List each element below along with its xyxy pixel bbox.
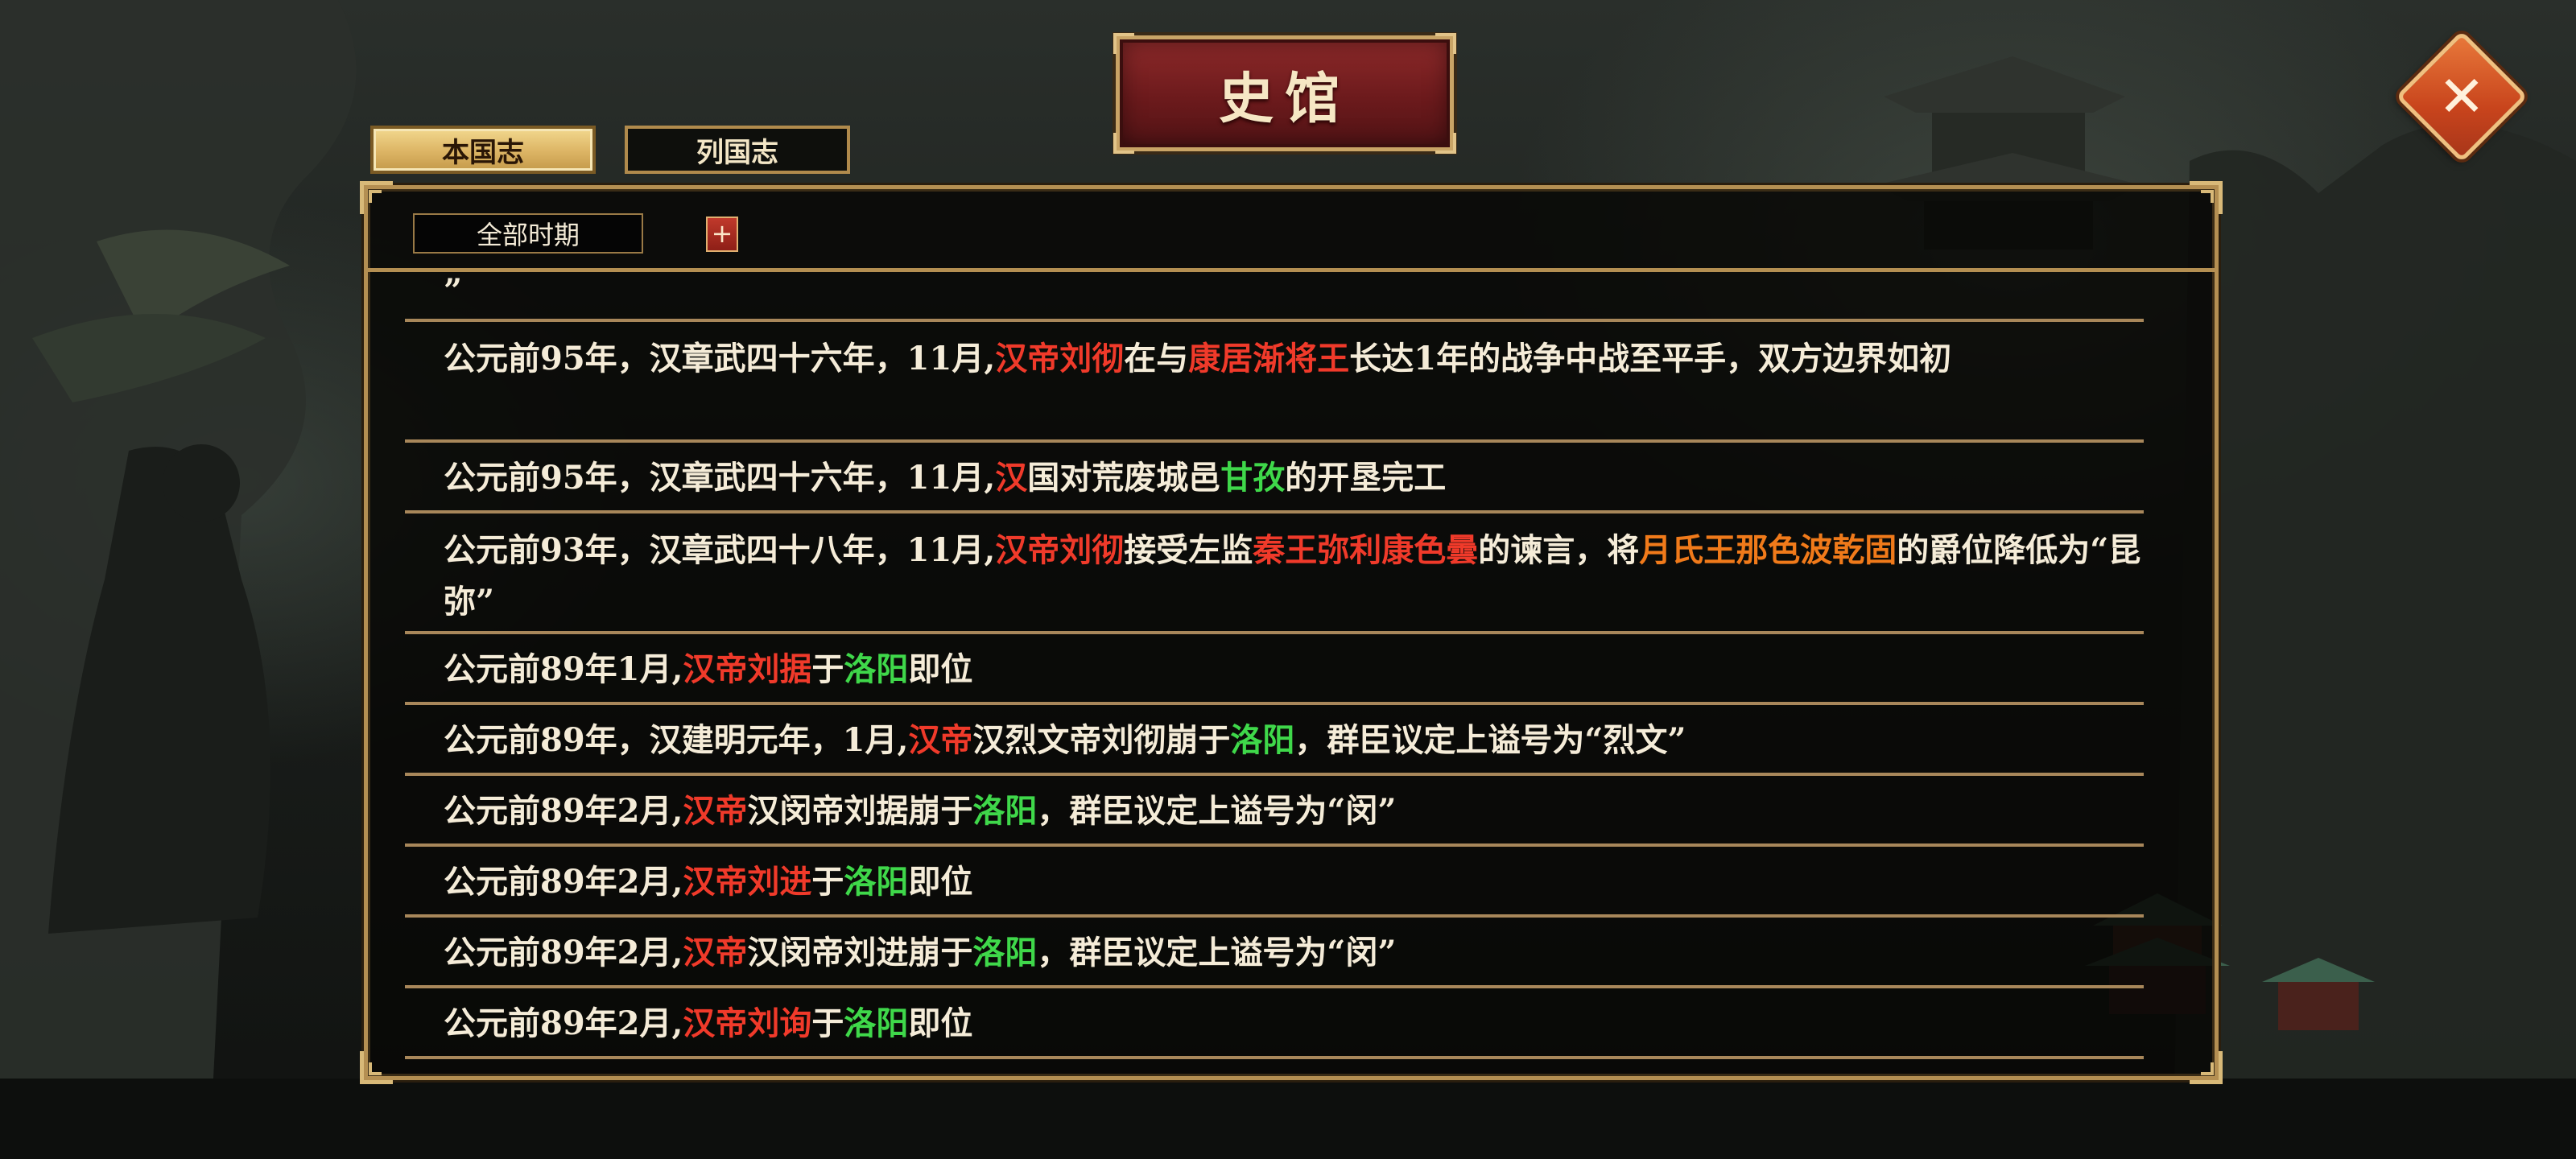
entry-text: ，群臣议定上谥号为“烈文” bbox=[1294, 721, 1686, 759]
entry-text: 公元前95年，汉章武四十六年，11月, bbox=[444, 459, 996, 497]
place-name: 洛阳 bbox=[972, 934, 1038, 971]
place-name: 洛阳 bbox=[844, 650, 909, 688]
partial-entry-text: ” bbox=[444, 272, 463, 310]
title-plaque: 史馆 bbox=[1113, 33, 1456, 154]
page-title: 史馆 bbox=[1218, 66, 1351, 131]
history-entry: 公元前95年，汉章武四十六年，11月,汉帝刘彻在与康居渐将王长达1年的战争中战至… bbox=[405, 322, 2144, 443]
filter-bar: 全部时期 + bbox=[368, 189, 2215, 272]
place-name: 洛阳 bbox=[972, 792, 1038, 830]
person-name: 汉帝 bbox=[908, 721, 973, 759]
history-entry: 公元前89年2月,汉帝汉闵帝刘据崩于洛阳，群臣议定上谥号为“闵” bbox=[405, 776, 2144, 847]
history-entry: 公元前93年，汉章武四十八年，11月,汉帝刘彻接受左监秦王弥利康色曇的谏言，将月… bbox=[405, 514, 2144, 634]
person-name: 秦王弥利康色曇 bbox=[1253, 531, 1479, 569]
expand-filter-button[interactable]: + bbox=[706, 217, 738, 252]
entry-text: 公元前89年2月, bbox=[444, 863, 683, 901]
entry-text: 即位 bbox=[908, 650, 973, 688]
place-name: 洛阳 bbox=[1230, 721, 1295, 759]
person-name: 汉帝 bbox=[683, 934, 748, 971]
history-entry: 公元前89年2月,汉帝刘询于洛阳即位 bbox=[405, 988, 2144, 1059]
entry-text: ，群臣议定上谥号为“闵” bbox=[1037, 792, 1397, 830]
entry-text: 汉烈文帝刘彻崩于 bbox=[972, 721, 1231, 759]
entry-text: 公元前89年1月, bbox=[444, 650, 683, 688]
entry-text: ，群臣议定上谥号为“闵” bbox=[1037, 934, 1397, 971]
entry-text: 于 bbox=[811, 650, 844, 688]
entry-text: 公元前89年2月, bbox=[444, 934, 683, 971]
entry-text: 于 bbox=[811, 1004, 844, 1042]
place-name: 洛阳 bbox=[844, 1004, 909, 1042]
entry-text: 长达1年的战争中战至平手，双方边界如初 bbox=[1349, 340, 1952, 377]
period-filter-select[interactable]: 全部时期 bbox=[413, 213, 643, 254]
close-icon[interactable]: ✕ bbox=[2415, 50, 2508, 143]
place-name: 洛阳 bbox=[844, 863, 909, 901]
entry-text: 公元前95年，汉章武四十六年，11月, bbox=[444, 340, 996, 377]
entry-text: 公元前89年2月, bbox=[444, 1004, 683, 1042]
history-entry: 公元前89年2月,汉帝汉闵帝刘进崩于洛阳，群臣议定上谥号为“闵” bbox=[405, 918, 2144, 988]
history-panel: 全部时期 + ” 公元前95年，汉章武四十六年，11月,汉帝刘彻在与康居渐将王长… bbox=[360, 181, 2223, 1084]
place-name: 甘孜 bbox=[1220, 459, 1286, 497]
entry-text: 公元前89年，汉建明元年，1月, bbox=[444, 721, 909, 759]
person-name: 汉帝刘彻 bbox=[995, 531, 1125, 569]
person-name: 汉帝刘询 bbox=[683, 1004, 812, 1042]
entry-text: 于 bbox=[811, 863, 844, 901]
tab-foreign-history[interactable]: 列国志 bbox=[625, 126, 850, 174]
person-name: 汉帝刘进 bbox=[683, 863, 812, 901]
history-entry: 公元前89年，汉建明元年，1月,汉帝汉烈文帝刘彻崩于洛阳，群臣议定上谥号为“烈文… bbox=[405, 705, 2144, 776]
entry-text: 汉闵帝刘据崩于 bbox=[747, 792, 973, 830]
person-name: 月氏王那色波乾固 bbox=[1639, 531, 1897, 569]
history-entry: 公元前89年2月,汉帝刘进于洛阳即位 bbox=[405, 847, 2144, 918]
entry-text: 国对荒废城邑 bbox=[1027, 459, 1221, 497]
history-entry: 公元前89年1月,汉帝刘据于洛阳即位 bbox=[405, 634, 2144, 705]
person-name: 汉帝刘据 bbox=[683, 650, 812, 688]
person-name: 汉 bbox=[995, 459, 1028, 497]
entry-text: 即位 bbox=[908, 863, 973, 901]
history-entry: 公元前95年，汉章武四十六年，11月,汉国对荒废城邑甘孜的开垦完工 bbox=[405, 443, 2144, 514]
history-entry-partial: ” bbox=[405, 272, 2144, 322]
entry-text: 的开垦完工 bbox=[1285, 459, 1447, 497]
entry-text: 公元前89年2月, bbox=[444, 792, 683, 830]
person-name: 汉帝 bbox=[683, 792, 748, 830]
entry-text: 的谏言，将 bbox=[1478, 531, 1640, 569]
history-log-list: ” 公元前95年，汉章武四十六年，11月,汉帝刘彻在与康居渐将王长达1年的战争中… bbox=[405, 272, 2144, 1059]
person-name: 汉帝刘彻 bbox=[995, 340, 1125, 377]
entry-text: 在与 bbox=[1124, 340, 1189, 377]
entry-text: 公元前93年，汉章武四十八年，11月, bbox=[444, 531, 996, 569]
entry-text: 即位 bbox=[908, 1004, 973, 1042]
tab-domestic-history[interactable]: 本国志 bbox=[370, 126, 596, 174]
entry-text: 汉闵帝刘进崩于 bbox=[747, 934, 973, 971]
person-name: 康居渐将王 bbox=[1188, 340, 1350, 377]
history-log-scroll[interactable]: ” 公元前95年，汉章武四十六年，11月,汉帝刘彻在与康居渐将王长达1年的战争中… bbox=[368, 272, 2215, 1076]
entry-text: 接受左监 bbox=[1124, 531, 1253, 569]
